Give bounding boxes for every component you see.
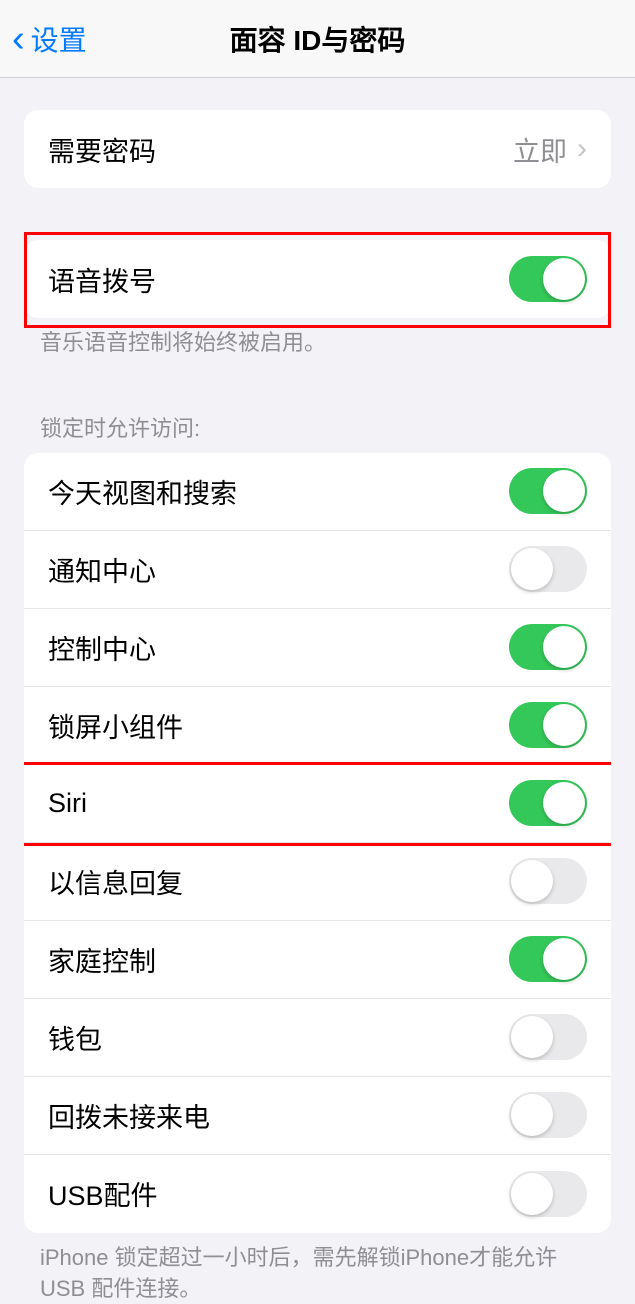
section-voice-dial: 语音拨号 音乐语音控制将始终被启用。 (0, 240, 635, 359)
section-lock-access: 锁定时允许访问: 今天视图和搜索通知中心控制中心锁屏小组件 Siri 以信息回复家庭… (0, 411, 635, 1304)
voice-dial-label: 语音拨号 (48, 260, 156, 299)
require-passcode-value: 立即 › (513, 130, 587, 169)
lock-access-row: Siri (24, 765, 611, 843)
toggle-knob (511, 1016, 553, 1058)
lock-access-row: 回拨未接来电 (24, 1077, 611, 1155)
lock-access-label: 今天视图和搜索 (48, 472, 237, 511)
lock-access-label: 控制中心 (48, 628, 156, 667)
lock-access-toggle[interactable] (509, 624, 587, 670)
list-group: 语音拨号 (24, 240, 611, 318)
lock-access-label: 通知中心 (48, 550, 156, 589)
voice-dial-footer: 音乐语音控制将始终被启用。 (0, 318, 635, 359)
lock-access-toggle[interactable] (509, 1092, 587, 1138)
lock-access-toggle[interactable] (509, 702, 587, 748)
lock-access-toggle[interactable] (509, 1014, 587, 1060)
chevron-left-icon: ‹ (12, 20, 25, 58)
voice-dial-row: 语音拨号 (24, 240, 611, 318)
lock-access-toggle[interactable] (509, 936, 587, 982)
toggle-knob (543, 782, 585, 824)
lock-access-row: 今天视图和搜索 (24, 453, 611, 531)
require-passcode-row[interactable]: 需要密码 立即 › (24, 110, 611, 188)
lock-access-toggle[interactable] (509, 546, 587, 592)
toggle-knob (543, 704, 585, 746)
lock-access-label: USB配件 (48, 1174, 158, 1213)
toggle-knob (543, 470, 585, 512)
toggle-knob (543, 938, 585, 980)
back-label: 设置 (31, 19, 87, 59)
page-title: 面容 ID与密码 (230, 19, 406, 59)
lock-access-label: 家庭控制 (48, 940, 156, 979)
require-passcode-value-text: 立即 (513, 130, 567, 169)
lock-access-label: 钱包 (48, 1018, 102, 1057)
lock-access-label: Siri (48, 788, 87, 819)
lock-access-header: 锁定时允许访问: (0, 411, 635, 453)
back-button[interactable]: ‹ 设置 (0, 19, 87, 59)
lock-access-row: 控制中心 (24, 609, 611, 687)
lock-access-toggle[interactable] (509, 1171, 587, 1217)
lock-access-label: 回拨未接来电 (48, 1096, 210, 1135)
toggle-knob (511, 1173, 553, 1215)
lock-access-row: 钱包 (24, 999, 611, 1077)
lock-access-toggle[interactable] (509, 858, 587, 904)
lock-access-label: 锁屏小组件 (48, 706, 183, 745)
toggle-knob (511, 548, 553, 590)
lock-access-row: 锁屏小组件 (24, 687, 611, 765)
lock-access-row: USB配件 (24, 1155, 611, 1233)
require-passcode-label: 需要密码 (48, 130, 156, 169)
voice-dial-toggle[interactable] (509, 256, 587, 302)
section-require-passcode: 需要密码 立即 › (0, 110, 635, 188)
lock-access-label: 以信息回复 (48, 862, 183, 901)
lock-access-toggle[interactable] (509, 780, 587, 826)
lock-access-toggle[interactable] (509, 468, 587, 514)
toggle-knob (543, 626, 585, 668)
list-group: 需要密码 立即 › (24, 110, 611, 188)
navigation-bar: ‹ 设置 面容 ID与密码 (0, 0, 635, 78)
lock-access-footer: iPhone 锁定超过一小时后，需先解锁iPhone才能允许USB 配件连接。 (0, 1233, 635, 1304)
toggle-knob (511, 860, 553, 902)
toggle-knob (543, 258, 585, 300)
lock-access-row: 通知中心 (24, 531, 611, 609)
toggle-knob (511, 1094, 553, 1136)
lock-access-row: 家庭控制 (24, 921, 611, 999)
lock-access-row: 以信息回复 (24, 843, 611, 921)
content: 需要密码 立即 › 语音拨号 音乐语音控制将始终被启用。 锁定时允许访问: (0, 110, 635, 1304)
chevron-right-icon: › (577, 132, 587, 166)
lock-access-list: 今天视图和搜索通知中心控制中心锁屏小组件 Siri 以信息回复家庭控制钱包回拨未接来… (24, 453, 611, 1233)
